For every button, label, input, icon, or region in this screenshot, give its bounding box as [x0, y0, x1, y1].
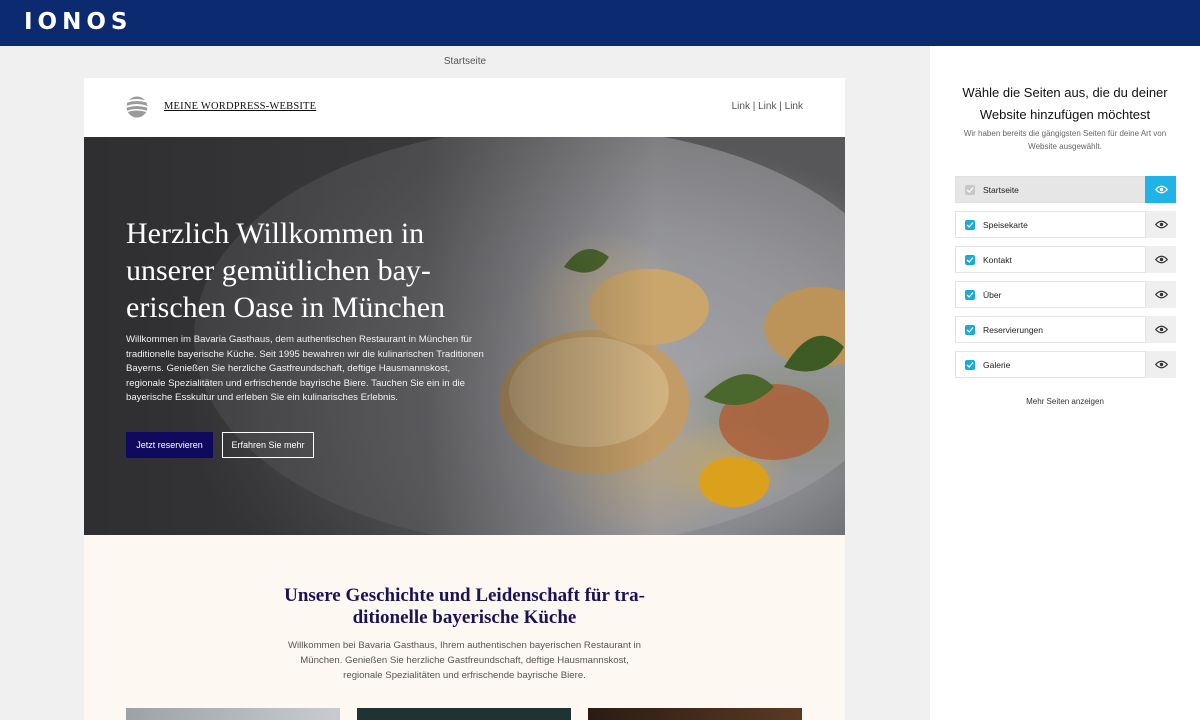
nav-link-3[interactable]: Link — [785, 101, 803, 112]
page-row-speisekarte[interactable]: Speisekarte — [955, 211, 1176, 238]
preview-page-label: Startseite — [443, 56, 487, 67]
story-heading: Unsere Geschichte und Leidenschaft für t… — [284, 585, 645, 628]
page-selection-panel: Wähle die Seiten aus, die du deiner Webs… — [930, 46, 1200, 720]
hero-heading: Herzlich Willkommen in unserer gemütlich… — [126, 217, 446, 324]
nav-link-1[interactable]: Link — [732, 101, 750, 112]
hero-text: Willkommen im Bavaria Gasthaus, dem auth… — [126, 334, 484, 404]
globe-stripes-icon — [126, 96, 148, 118]
page-checkbox[interactable] — [965, 255, 975, 265]
preview-area: Startseite MEINE WORDPRESS-WEBSITE Link … — [0, 46, 930, 720]
nav-separator: | — [749, 101, 759, 112]
story-section: Unsere Geschichte und Leidenschaft für t… — [84, 535, 845, 720]
nav-separator: | — [776, 101, 785, 112]
hero-section: Herzlich Willkommen in unserer gemütlich… — [84, 137, 845, 535]
eye-icon[interactable] — [1145, 211, 1176, 238]
page-row-ueber[interactable]: Über — [955, 281, 1176, 308]
page-label: Kontakt — [983, 255, 1012, 265]
eye-icon[interactable] — [1145, 316, 1176, 343]
site-nav: Link | Link | Link — [732, 101, 803, 112]
panel-subtitle: Wir haben bereits die gängigsten Seiten … — [963, 129, 1167, 151]
page-row-galerie[interactable]: Galerie — [955, 351, 1176, 378]
page-list: Startseite Speisekarte Kontakt Über Rese… — [955, 176, 1176, 386]
page-label: Reservierungen — [983, 325, 1044, 335]
top-bar: IONOS — [0, 0, 1200, 46]
eye-icon[interactable] — [1145, 176, 1176, 203]
page-checkbox — [965, 185, 975, 195]
page-label: Startseite — [983, 185, 1019, 195]
website-preview: MEINE WORDPRESS-WEBSITE Link | Link | Li… — [84, 78, 845, 720]
eye-icon[interactable] — [1145, 281, 1176, 308]
page-label: Speisekarte — [983, 220, 1028, 230]
page-label: Galerie — [983, 360, 1011, 370]
more-pages-link[interactable]: Mehr Seiten anzeigen — [950, 397, 1180, 406]
eye-icon[interactable] — [1145, 351, 1176, 378]
page-checkbox[interactable] — [965, 360, 975, 370]
page-row-kontakt[interactable]: Kontakt — [955, 246, 1176, 273]
nav-link-2[interactable]: Link — [758, 101, 776, 112]
page-checkbox[interactable] — [965, 220, 975, 230]
reserve-button[interactable]: Jetzt reservieren — [126, 432, 213, 458]
page-label: Über — [983, 290, 1002, 300]
site-title[interactable]: MEINE WORDPRESS-WEBSITE — [164, 101, 316, 112]
page-checkbox[interactable] — [965, 290, 975, 300]
page-row-reservierungen[interactable]: Reservierungen — [955, 316, 1176, 343]
gallery-image — [588, 708, 802, 720]
page-row-startseite[interactable]: Startseite — [955, 176, 1176, 203]
panel-title: Wähle die Seiten aus, die du deiner Webs… — [962, 85, 1168, 122]
page-checkbox[interactable] — [965, 325, 975, 335]
eye-icon[interactable] — [1145, 246, 1176, 273]
gallery-image — [357, 708, 571, 720]
gallery-image — [126, 708, 340, 720]
story-text: Willkommen bei Bavaria Gasthaus, Ihrem a… — [287, 640, 641, 681]
learn-more-button[interactable]: Erfahren Sie mehr — [222, 432, 314, 458]
ionos-logo[interactable]: IONOS — [24, 9, 132, 35]
site-header: MEINE WORDPRESS-WEBSITE Link | Link | Li… — [84, 78, 845, 137]
